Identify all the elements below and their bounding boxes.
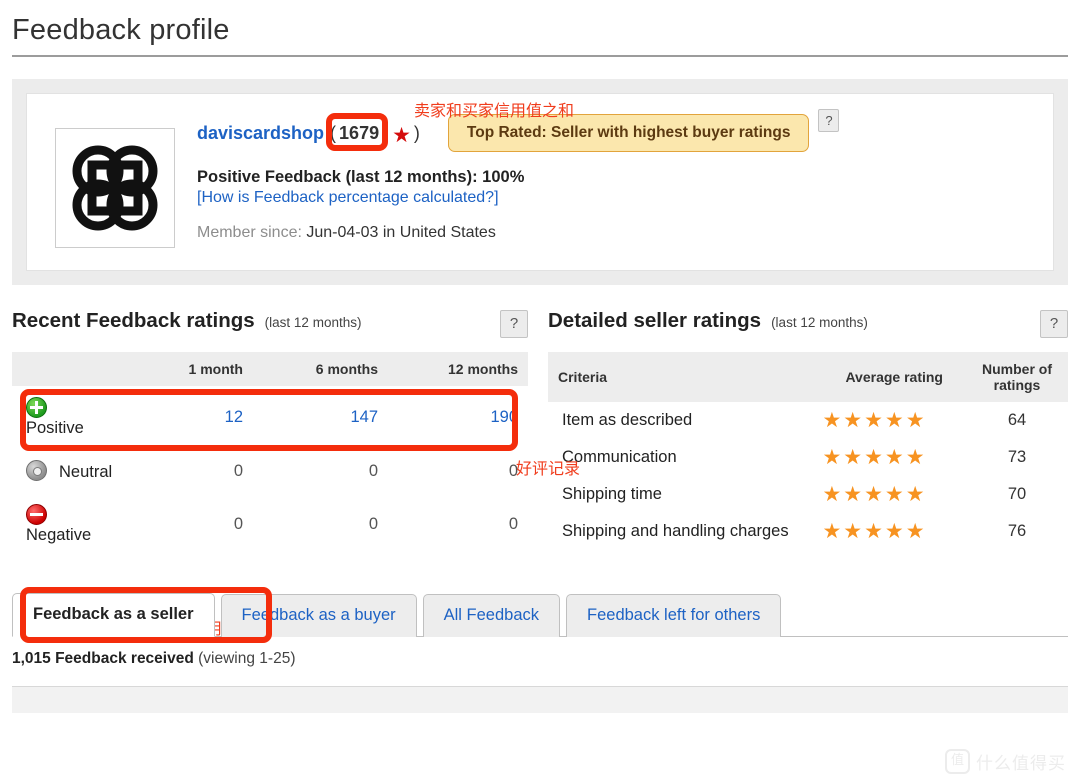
negative-12-months-count: 0: [508, 515, 518, 533]
table-row: Shipping time ★★★★★ 70: [548, 476, 1068, 513]
ratings-columns: Recent Feedback ratings (last 12 months)…: [12, 309, 1068, 556]
feedback-received-count: 1,015 Feedback received: [12, 650, 194, 667]
star-rating-icons: ★★★★★: [822, 520, 927, 543]
top-rated-help-icon[interactable]: ?: [818, 109, 840, 132]
table-row: Neutral 0 0 0: [12, 449, 528, 493]
feedback-percentage-help-link[interactable]: [How is Feedback percentage calculated?]: [197, 189, 1035, 207]
member-since-row: Member since: Jun-04-03 in United States: [197, 224, 1035, 242]
recent-feedback-section: Recent Feedback ratings (last 12 months)…: [12, 309, 528, 556]
feedback-received-line: 1,015 Feedback received (viewing 1-25): [12, 650, 1080, 668]
score-close-paren: ): [413, 122, 420, 143]
col-header-number-of-ratings: Number of ratings: [966, 352, 1068, 402]
table-row: Negative 0 0 0: [12, 493, 528, 556]
criteria-shipping-time: Shipping time: [562, 485, 662, 503]
table-row: Item as described ★★★★★ 64: [548, 402, 1068, 439]
col-header-6-months: 6 months: [253, 352, 388, 386]
stars-shipping-handling-charges: ★★★★★: [822, 513, 966, 550]
table-row: Shipping and handling charges ★★★★★ 76: [548, 513, 1068, 550]
count-shipping-time: 70: [1007, 485, 1027, 503]
positive-feedback-percent: Positive Feedback (last 12 months): 100%: [197, 168, 525, 186]
title-divider: [12, 55, 1068, 57]
annotation-positive-note: 好评记录: [516, 459, 581, 478]
detailed-ratings-header: Detailed seller ratings (last 12 months)…: [548, 309, 1068, 339]
row-label-neutral: Neutral: [12, 449, 113, 493]
table-header-row: Criteria Average rating Number of rating…: [548, 352, 1068, 402]
count-shipping-handling-charges: 76: [1007, 522, 1027, 540]
row-label-text: Positive: [26, 419, 84, 437]
col-header-1-month: 1 month: [113, 352, 253, 386]
feedback-tabs: Feedback as a seller Feedback as a buyer…: [12, 592, 1068, 637]
feedback-received-viewing: (viewing 1-25): [198, 650, 296, 667]
watermark-text: 什么值得买: [976, 754, 1066, 774]
row-label-negative: Negative: [12, 493, 113, 556]
table-row: Positive 12 147 190: [12, 386, 528, 449]
detailed-ratings-help-icon[interactable]: ?: [1040, 310, 1068, 338]
star-rating-icons: ★★★★★: [822, 446, 927, 469]
table-row: Communication ★★★★★ 73: [548, 439, 1068, 476]
tab-feedback-left-for-others[interactable]: Feedback left for others: [566, 594, 782, 637]
detailed-ratings-title: Detailed seller ratings: [548, 309, 762, 332]
page-title: Feedback profile: [12, 14, 230, 46]
seller-avatar: [55, 128, 175, 248]
recent-feedback-help-icon[interactable]: ?: [500, 310, 528, 338]
criteria-item-as-described: Item as described: [562, 411, 693, 429]
neutral-1-month-count: 0: [233, 461, 243, 480]
recent-feedback-table: 1 month 6 months 12 months Positive 12 1…: [12, 352, 528, 556]
bottom-table-header-band: [12, 687, 1068, 713]
seller-identity-row: daviscardshop ( 1679 ★ ) Top Rated: Sell…: [197, 109, 1035, 152]
tab-feedback-as-a-seller[interactable]: Feedback as a seller: [12, 593, 215, 637]
seller-username-link[interactable]: daviscardshop: [197, 123, 324, 144]
col-header-criteria: Criteria: [548, 352, 823, 402]
row-label-text: Negative: [26, 526, 92, 544]
criteria-shipping-handling-charges: Shipping and handling charges: [562, 522, 789, 540]
stars-shipping-time: ★★★★★: [822, 476, 966, 513]
neutral-6-months-count: 0: [368, 461, 378, 480]
detailed-seller-ratings-table: Criteria Average rating Number of rating…: [548, 352, 1068, 550]
feedback-score-group: ( 1679 ★ ): [326, 112, 420, 151]
criteria-communication: Communication: [562, 448, 677, 466]
annotation-score-note: 卖家和买家信用值之和: [414, 101, 575, 120]
positive-6-months-count[interactable]: 147: [253, 386, 388, 449]
star-rating-icons: ★★★★★: [822, 409, 927, 432]
stars-item-as-described: ★★★★★: [822, 402, 966, 439]
stars-communication: ★★★★★: [822, 439, 966, 476]
count-item-as-described: 64: [1007, 411, 1027, 429]
positive-1-month-count[interactable]: 12: [113, 386, 253, 449]
detailed-ratings-subtitle: (last 12 months): [771, 315, 868, 330]
member-since-value: Jun-04-03 in United States: [306, 224, 496, 241]
watermark-logo-icon: 值: [945, 749, 970, 774]
neutral-12-months-count: 0: [508, 461, 518, 480]
member-since-label: Member since:: [197, 224, 302, 241]
recent-feedback-header: Recent Feedback ratings (last 12 months)…: [12, 309, 528, 339]
red-star-icon: ★: [392, 123, 411, 147]
count-communication: 73: [1007, 448, 1027, 466]
positive-plus-icon: [26, 397, 47, 418]
recent-feedback-title: Recent Feedback ratings: [12, 309, 255, 332]
star-rating-icons: ★★★★★: [822, 483, 927, 506]
recent-feedback-subtitle: (last 12 months): [264, 315, 362, 330]
table-header-row: 1 month 6 months 12 months: [12, 352, 528, 386]
row-label-positive: Positive: [12, 386, 113, 449]
negative-minus-icon: [26, 504, 47, 525]
neutral-circle-icon: [26, 460, 47, 481]
site-watermark: 值 什么值得买: [945, 749, 1066, 774]
negative-1-month-count: 0: [233, 515, 243, 533]
feedback-tabs-wrap: Feedback as a seller Feedback as a buyer…: [12, 587, 1068, 643]
feedback-score-value[interactable]: 1679: [336, 123, 382, 144]
detailed-seller-ratings-section: Detailed seller ratings (last 12 months)…: [548, 309, 1068, 556]
seller-info: daviscardshop ( 1679 ★ ) Top Rated: Sell…: [197, 109, 1035, 242]
col-header-12-months: 12 months: [388, 352, 528, 386]
celtic-knot-logo-icon: [72, 145, 158, 231]
tab-feedback-as-a-buyer[interactable]: Feedback as a buyer: [220, 594, 417, 637]
positive-12-months-count[interactable]: 190: [388, 386, 528, 449]
row-label-text: Neutral: [59, 463, 113, 481]
col-header-blank: [12, 352, 113, 386]
col-header-average-rating: Average rating: [822, 352, 966, 402]
tab-all-feedback[interactable]: All Feedback: [422, 594, 561, 637]
negative-6-months-count: 0: [368, 515, 378, 533]
